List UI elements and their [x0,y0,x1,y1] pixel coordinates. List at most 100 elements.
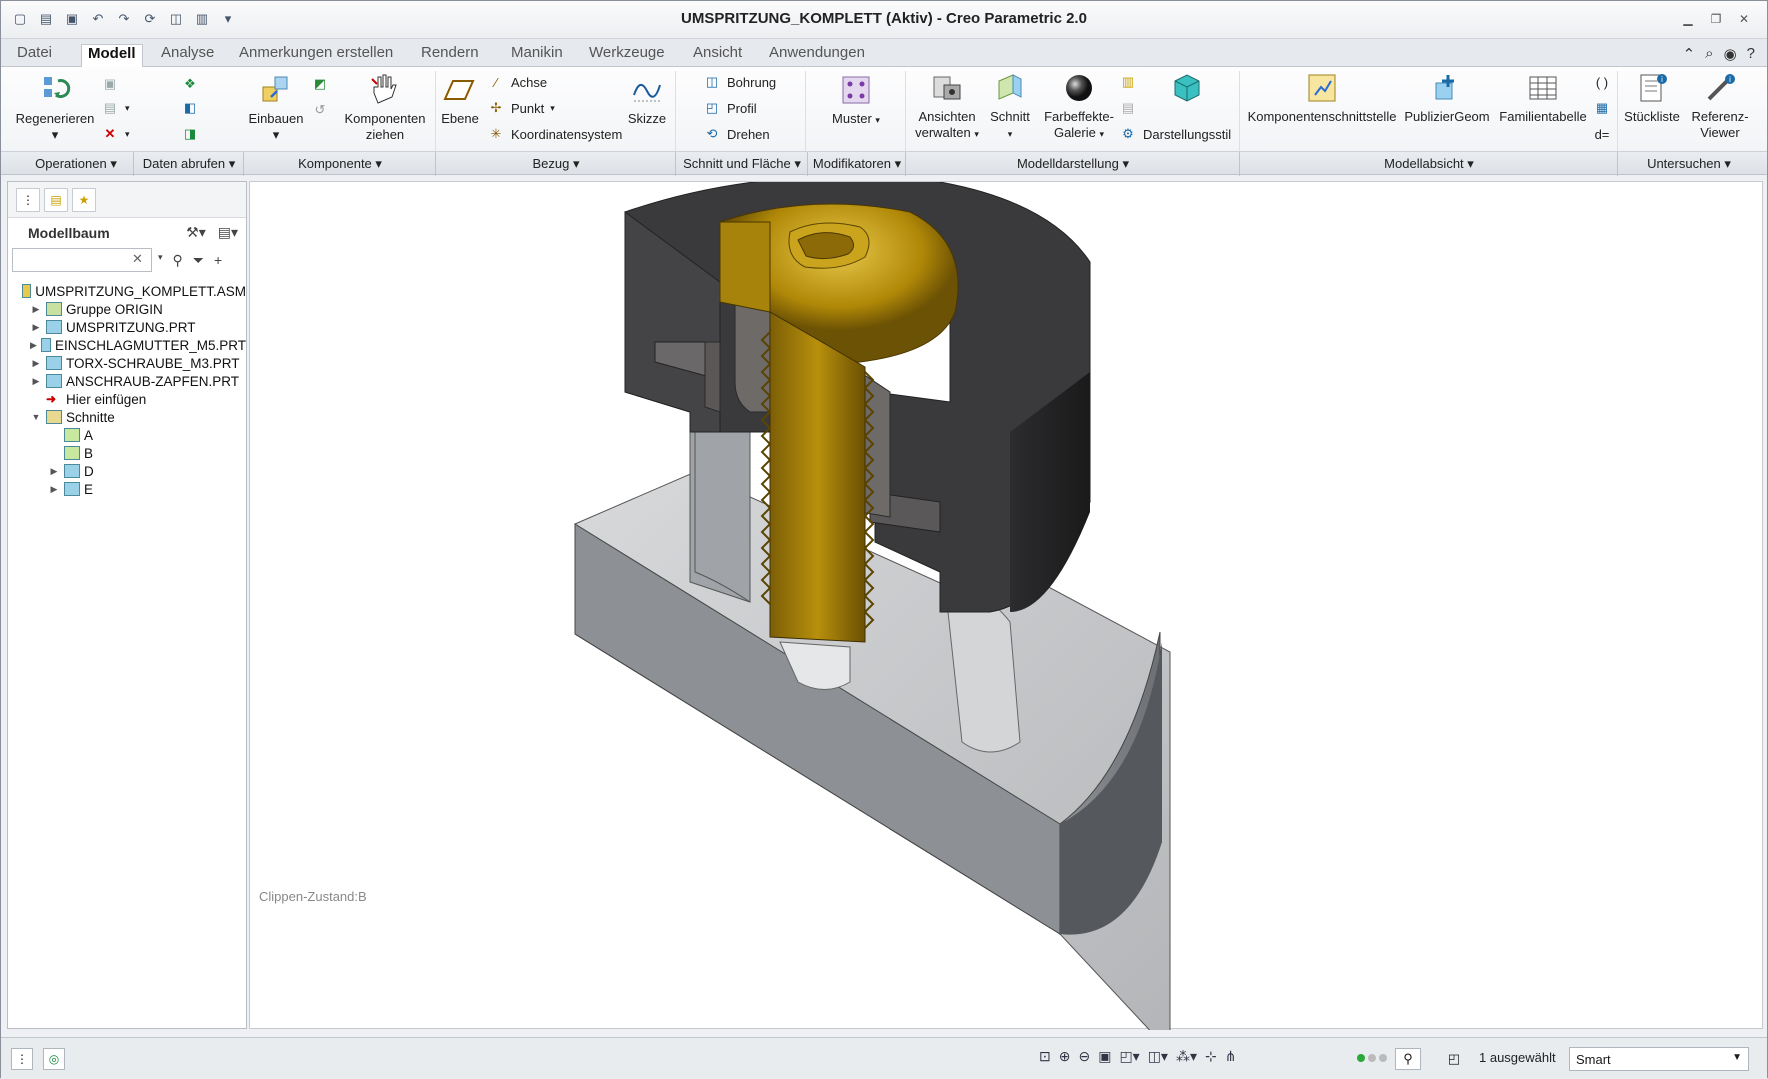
tab-werkzeuge[interactable]: Werkzeuge [583,44,671,67]
model-display-2-button[interactable]: ▤ [1119,99,1137,117]
punkt-button[interactable]: ✢ Punkt ▾ [487,99,555,117]
familientabelle-button[interactable]: Familientabelle [1495,71,1591,125]
collapse-arrow-icon[interactable]: ▼ [30,412,42,422]
folder-browser-tab-icon[interactable]: ▤ [44,188,68,212]
group-operationen[interactable]: Operationen ▾ [21,156,131,172]
ansichten-verwalten-button[interactable]: Ansichten verwalten ▾ [911,71,983,142]
tree-item[interactable]: B [8,444,246,462]
drehen-button[interactable]: ⟲ Drehen [703,125,770,143]
repaint-icon[interactable]: ▣ [1098,1048,1111,1065]
parameters-button[interactable]: ▦ [1593,99,1611,117]
schnitt-button[interactable]: Schnitt ▾ [987,71,1033,142]
expand-arrow-icon[interactable]: ▶ [48,466,60,477]
find-binoculars-icon[interactable]: ⚲ [1395,1048,1421,1070]
display-style-cube-button[interactable] [1169,71,1203,105]
selection-filter-select[interactable]: Smart ▼ [1569,1047,1749,1071]
selection-box-icon[interactable]: ◰ [1441,1048,1467,1070]
tree-item[interactable]: UMSPRITZUNG_KOMPLETT.ASM [8,282,246,300]
tree-show-icon[interactable]: ▤▾ [218,224,238,241]
muster-button[interactable]: Muster ▾ [821,73,891,128]
zoom-in-icon[interactable]: ⊕ [1059,1048,1071,1065]
minimize-icon[interactable]: ▁ [1675,9,1701,29]
expand-arrow-icon[interactable]: ▶ [48,484,60,495]
delete-button[interactable]: ✕ ▾ [101,125,130,143]
collapse-ribbon-icon[interactable]: ⌃ [1683,45,1696,63]
expand-arrow-icon[interactable]: ▶ [30,358,42,369]
tab-anmerkungen[interactable]: Anmerkungen erstellen [233,44,399,67]
group-schnitt-flaeche[interactable]: Schnitt und Fläche ▾ [677,156,807,172]
switch-dimensions-button[interactable]: d= [1593,125,1611,143]
add-icon[interactable]: + [214,252,222,269]
tab-datei[interactable]: Datei [11,44,58,67]
tab-anwendungen[interactable]: Anwendungen [763,44,871,67]
tree-item[interactable]: ▶ Gruppe ORIGIN [8,300,246,318]
datum-display-icon[interactable]: ⁂▾ [1176,1048,1197,1065]
tree-item[interactable]: A [8,426,246,444]
group-daten-abrufen[interactable]: Daten abrufen ▾ [135,156,243,172]
model-display-1-button[interactable]: ▥ [1119,73,1137,91]
find-icon[interactable]: ⚲ [173,252,183,269]
show-browser-icon[interactable]: ◎ [43,1048,65,1070]
tab-ansicht[interactable]: Ansicht [687,44,748,67]
achse-button[interactable]: ⁄ Achse [487,73,547,91]
profil-button[interactable]: ◰ Profil [703,99,757,117]
tab-analyse[interactable]: Analyse [155,44,220,67]
referenz-viewer-button[interactable]: i Referenz- Viewer [1687,71,1753,141]
close-icon[interactable]: ✕ [1731,9,1757,29]
tree-item[interactable]: ▶ D [8,462,246,480]
publiziergeom-button[interactable]: PublizierGeom [1401,71,1493,125]
group-modifikatoren[interactable]: Modifikatoren ▾ [809,156,905,172]
group-komponente[interactable]: Komponente ▾ [245,156,435,172]
expand-arrow-icon[interactable]: ▶ [30,376,42,387]
tree-item[interactable]: ▶ ANSCHRAUB-ZAPFEN.PRT [8,372,246,390]
relations-button[interactable]: ( ) [1593,73,1611,91]
expand-arrow-icon[interactable]: ▶ [30,340,37,351]
copy-button[interactable]: ▣ [101,75,119,93]
regenerieren-button[interactable]: Regenerieren ▾ [13,73,97,143]
assembly-section-view[interactable] [250,175,1764,1054]
clear-search-icon[interactable]: ✕ [132,251,143,267]
group-bezug[interactable]: Bezug ▾ [437,156,675,172]
show-navigator-icon[interactable]: ⋮ [11,1048,33,1070]
group-untersuchen[interactable]: Untersuchen ▾ [1619,156,1759,172]
einbauen-button[interactable]: Einbauen ▾ [245,73,307,143]
tree-item[interactable]: ▶ EINSCHLAGMUTTER_M5.PRT [8,336,246,354]
tab-rendern[interactable]: Rendern [415,44,485,67]
repeat-button[interactable]: ↺ [311,101,329,119]
community-icon[interactable]: ◉ [1724,45,1737,63]
data-get-1-button[interactable]: ❖ [181,75,199,93]
farbeffekte-galerie-button[interactable]: Farbeffekte- Galerie ▾ [1037,71,1121,142]
tab-modell[interactable]: Modell [81,44,143,68]
stueckliste-button[interactable]: i Stückliste [1621,71,1683,125]
expand-arrow-icon[interactable]: ▶ [30,322,42,333]
tree-item[interactable]: ▶ E [8,480,246,498]
darstellungsstil-button[interactable]: ⚙ Darstellungsstil [1119,125,1231,143]
search-icon[interactable]: ⌕ [1705,45,1713,63]
komponenten-ziehen-button[interactable]: Komponenten ziehen [341,73,429,143]
ebene-button[interactable]: Ebene [439,73,481,127]
data-get-3-button[interactable]: ◨ [181,125,199,143]
tab-manikin[interactable]: Manikin [505,44,569,67]
help-icon[interactable]: ? [1747,45,1755,63]
annotation-display-icon[interactable]: ⋔ [1225,1048,1237,1065]
tree-item[interactable]: ▶ TORX-SCHRAUBE_M3.PRT [8,354,246,372]
koordinatensystem-button[interactable]: ✳ Koordinatensystem [487,125,623,143]
data-get-2-button[interactable]: ◧ [181,99,199,117]
saved-orientations-icon[interactable]: ◰▾ [1119,1048,1139,1065]
graphics-viewport[interactable] [249,175,1764,1054]
view-manager-icon[interactable]: ◫▾ [1148,1048,1168,1065]
expand-arrow-icon[interactable]: ▶ [30,304,42,315]
favorites-tab-icon[interactable]: ★ [72,188,96,212]
restore-icon[interactable]: ❐ [1703,9,1729,29]
tree-search-input[interactable] [12,248,152,272]
model-tree-tab-icon[interactable]: ⋮ [16,188,40,212]
refit-icon[interactable]: ⊡ [1039,1048,1051,1065]
tree-item[interactable]: ▶ UMSPRITZUNG.PRT [8,318,246,336]
group-modellabsicht[interactable]: Modellabsicht ▾ [1241,156,1617,172]
tree-item[interactable]: ➜ Hier einfügen [8,390,246,408]
skizze-button[interactable]: Skizze [621,73,673,127]
search-dropdown-icon[interactable]: ▾ [158,252,163,269]
group-modelldarstellung[interactable]: Modelldarstellung ▾ [907,156,1239,172]
zoom-out-icon[interactable]: ⊖ [1078,1048,1090,1065]
bohrung-button[interactable]: ◫ Bohrung [703,73,776,91]
